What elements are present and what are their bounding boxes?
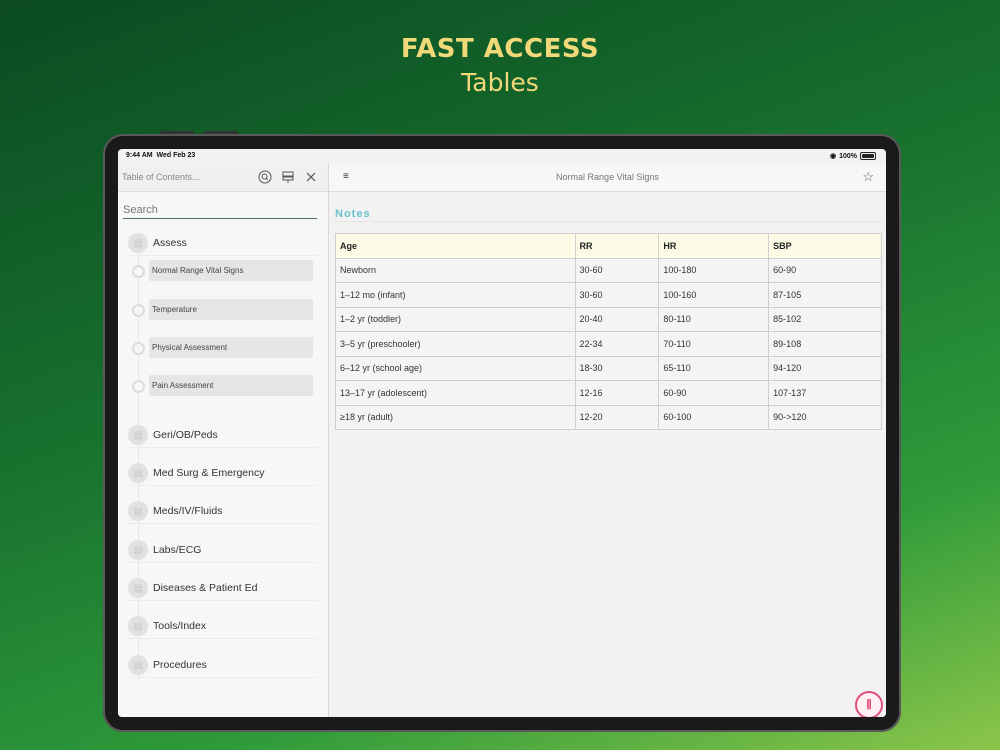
battery-icon xyxy=(860,152,876,160)
vital-signs-table: Age RR HR SBP Newborn 30-60 100-180 60-9… xyxy=(335,233,882,430)
sidebar-item-tools-index[interactable]: ▤ Tools/Index xyxy=(128,614,318,639)
book-icon: ▤ xyxy=(128,616,148,636)
tree-node-dot xyxy=(132,341,145,355)
page-title: Normal Range Vital Signs xyxy=(556,172,659,182)
table-row: 6–12 yr (school age) 18-30 65-110 94-120 xyxy=(335,355,882,381)
table-cell: 1–2 yr (toddler) xyxy=(335,306,576,332)
table-row: Newborn 30-60 100-180 60-90 xyxy=(335,257,882,283)
promo-title: FAST ACCESS xyxy=(400,34,600,64)
battery-percent: 100% xyxy=(839,152,857,160)
table-cell: 60-100 xyxy=(658,404,770,430)
favorite-star-icon[interactable]: ☆ xyxy=(862,169,874,185)
status-time: 9:44 AM Wed Feb 23 xyxy=(126,152,196,159)
tree-node-dot xyxy=(132,264,145,278)
sidebar-header: Table of Contents... xyxy=(118,163,328,192)
table-cell: 65-110 xyxy=(658,355,770,381)
table-cell: 60-90 xyxy=(768,257,882,283)
table-cell: 18-30 xyxy=(574,355,660,381)
notes-label[interactable]: Notes xyxy=(335,208,371,220)
table-cell: 94-120 xyxy=(768,355,882,381)
book-icon: ▤ xyxy=(128,540,148,560)
table-cell: Newborn xyxy=(335,257,576,283)
table-cell: 100-180 xyxy=(658,257,770,283)
close-icon[interactable] xyxy=(303,169,319,185)
sidebar-item-diseases-patient-ed[interactable]: ▤ Diseases & Patient Ed xyxy=(128,576,318,601)
column-header-hr: HR xyxy=(658,233,770,259)
main-header: ≡ Normal Range Vital Signs ☆ xyxy=(329,163,886,192)
promo-headline: FAST ACCESS Tables xyxy=(0,34,1000,97)
book-icon: ▤ xyxy=(128,463,148,483)
table-cell: 70-110 xyxy=(658,331,770,357)
table-cell: 107-137 xyxy=(768,380,882,406)
sidebar-item-geri-ob-peds[interactable]: ▤ Geri/OB/Peds xyxy=(128,423,318,448)
sidebar-subitem-pain-assessment[interactable]: Pain Assessment xyxy=(132,375,314,397)
table-cell: 90->120 xyxy=(768,404,882,430)
book-icon: ▤ xyxy=(128,233,148,253)
main-content: ≡ Normal Range Vital Signs ☆ Notes Age R… xyxy=(329,163,886,717)
tree-node-dot xyxy=(132,379,145,393)
promo-subtitle: Tables xyxy=(461,68,539,97)
table-cell: 100-160 xyxy=(658,282,770,308)
search-input[interactable] xyxy=(123,203,317,218)
sidebar-subitem-normal-range-vital-signs[interactable]: Normal Range Vital Signs xyxy=(132,260,314,282)
table-row: 3–5 yr (preschooler) 22-34 70-110 89-108 xyxy=(335,331,882,357)
status-bar: 9:44 AM Wed Feb 23 ◉ 100% xyxy=(118,149,886,163)
table-cell: 30-60 xyxy=(574,257,660,283)
sidebar-item-procedures[interactable]: ▤ Procedures xyxy=(128,653,318,678)
table-cell: 89-108 xyxy=(768,331,882,357)
table-cell: 3–5 yr (preschooler) xyxy=(335,331,576,357)
app-screen: 9:44 AM Wed Feb 23 ◉ 100% Table of Conte… xyxy=(118,149,886,717)
book-icon: ▤ xyxy=(128,655,148,675)
wifi-icon: ◉ xyxy=(829,153,837,160)
table-cell: ≥18 yr (adult) xyxy=(335,404,576,430)
table-cell: 60-90 xyxy=(658,380,770,406)
book-icon: ▤ xyxy=(128,578,148,598)
book-icon: ▤ xyxy=(128,425,148,445)
book-icon: ▤ xyxy=(128,501,148,521)
table-cell: 85-102 xyxy=(768,306,882,332)
table-row: 1–12 mo (infant) 30-60 100-160 87-105 xyxy=(335,282,882,308)
search-icon[interactable] xyxy=(257,169,273,185)
table-cell: 30-60 xyxy=(574,282,660,308)
table-cell: 80-110 xyxy=(658,306,770,332)
table-cell: 1–12 mo (infant) xyxy=(335,282,576,308)
table-row: ≥18 yr (adult) 12-20 60-100 90->120 xyxy=(335,404,882,430)
tree-node-dot xyxy=(132,303,145,317)
table-row: 1–2 yr (toddler) 20-40 80-110 85-102 xyxy=(335,306,882,332)
table-cell: 20-40 xyxy=(574,306,660,332)
table-row: 13–17 yr (adolescent) 12-16 60-90 107-13… xyxy=(335,380,882,406)
table-cell: 13–17 yr (adolescent) xyxy=(335,380,576,406)
sidebar-item-labs-ecg[interactable]: ▤ Labs/ECG xyxy=(128,538,318,563)
sidebar-subitem-physical-assessment[interactable]: Physical Assessment xyxy=(132,337,314,359)
notes-divider xyxy=(335,221,881,222)
toc-placeholder[interactable]: Table of Contents... xyxy=(122,172,200,182)
column-header-age: Age xyxy=(335,233,576,259)
column-header-rr: RR xyxy=(574,233,660,259)
sidebar-item-meds-iv-fluids[interactable]: ▤ Meds/IV/Fluids xyxy=(128,499,318,524)
settings-sliders-icon[interactable]: ⫼ xyxy=(855,691,883,717)
table-cell: 22-34 xyxy=(574,331,660,357)
search-field[interactable] xyxy=(123,200,317,219)
table-cell: 87-105 xyxy=(768,282,882,308)
table-header-row: Age RR HR SBP xyxy=(335,233,882,259)
signpost-icon[interactable] xyxy=(280,169,296,185)
column-header-sbp: SBP xyxy=(768,233,882,259)
table-cell: 12-20 xyxy=(574,404,660,430)
sidebar-subitem-temperature[interactable]: Temperature xyxy=(132,299,314,321)
sidebar-item-med-surg-emergency[interactable]: ▤ Med Surg & Emergency xyxy=(128,461,318,486)
table-cell: 6–12 yr (school age) xyxy=(335,355,576,381)
table-cell: 12-16 xyxy=(574,380,660,406)
sidebar: Table of Contents... ▤ Assess Normal Ran… xyxy=(118,163,329,717)
sidebar-item-assess[interactable]: ▤ Assess xyxy=(128,231,318,256)
